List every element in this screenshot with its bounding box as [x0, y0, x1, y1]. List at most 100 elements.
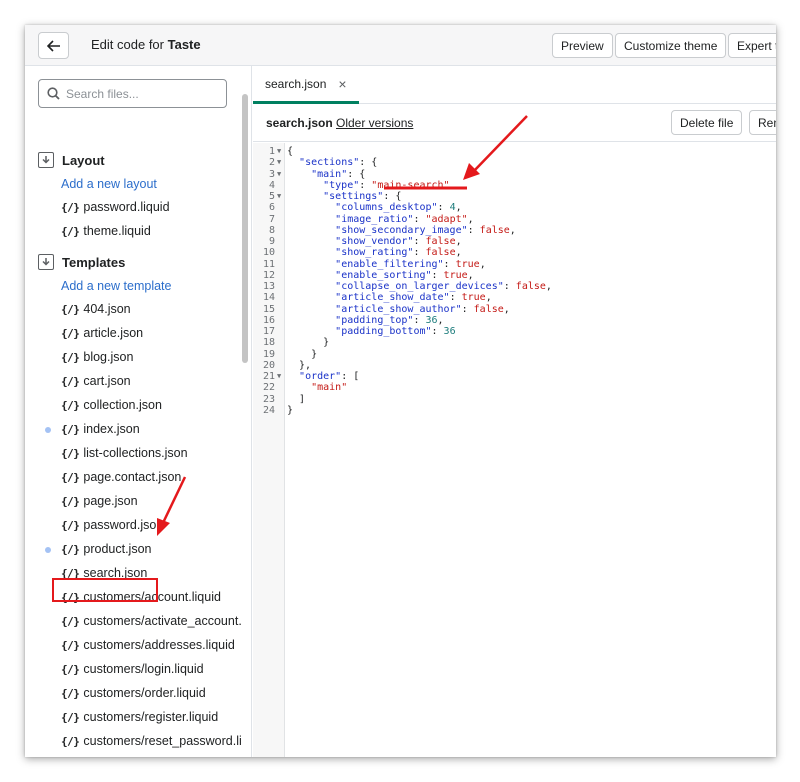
file-item[interactable]: {/} password.json — [61, 515, 163, 535]
code-file-icon: {/} — [61, 200, 80, 214]
line-number: 2 — [268, 157, 275, 169]
expert-button[interactable]: Expert t — [728, 33, 776, 58]
delete-file-button[interactable]: Delete file — [671, 110, 743, 135]
code-token: 36 — [443, 326, 456, 337]
app-window: Edit code for Taste Preview Customize th… — [25, 25, 776, 757]
search-files-input[interactable]: Search files... — [38, 79, 227, 108]
code-line: "article_show_author": false, — [287, 304, 510, 315]
theme-name: Taste — [167, 37, 201, 52]
code-token: , — [503, 303, 510, 315]
file-item[interactable]: {/} article.json — [61, 323, 143, 343]
line-number: 11 — [262, 258, 275, 270]
file-name: customers/reset_password.li — [83, 734, 242, 748]
code-line: "enable_filtering": true, — [287, 259, 486, 270]
file-name: customers/login.liquid — [83, 662, 204, 676]
file-item[interactable]: {/} page.json — [61, 491, 138, 511]
code-token: : — [431, 269, 444, 281]
fold-toggle-icon[interactable]: ▼ — [277, 147, 281, 155]
code-file-icon: {/} — [61, 494, 80, 508]
close-icon[interactable]: × — [338, 76, 346, 92]
modified-dot — [45, 547, 51, 553]
line-number: 17 — [262, 326, 275, 337]
code-token: : — [413, 236, 426, 247]
file-item[interactable]: {/} customers/reset_password.li — [61, 731, 242, 751]
code-token: true — [443, 269, 468, 281]
file-item[interactable]: {/} password.liquid — [61, 197, 170, 217]
section-title: Templates — [62, 254, 126, 270]
file-item[interactable]: {/} customers/register.liquid — [61, 707, 218, 727]
section-templates[interactable]: Templates — [38, 254, 125, 270]
file-item[interactable]: {/} cart.json — [61, 371, 131, 391]
back-button[interactable] — [38, 32, 69, 59]
line-number: 5 — [268, 191, 275, 202]
customize-theme-button[interactable]: Customize theme — [615, 33, 727, 58]
code-token: : { — [383, 191, 402, 202]
file-item[interactable]: {/} customers/login.liquid — [61, 659, 204, 679]
code-token: : { — [347, 168, 366, 180]
sidebar-scrollbar[interactable] — [242, 94, 248, 363]
page-title: Edit code for Taste — [91, 37, 201, 52]
file-item[interactable]: {/} customers/order.liquid — [61, 683, 206, 703]
code-line: } — [287, 349, 317, 360]
file-item[interactable]: {/} 404.json — [61, 299, 131, 319]
search-placeholder: Search files... — [66, 86, 139, 101]
line-number: 13 — [262, 281, 275, 292]
rename-button[interactable]: Ren — [749, 110, 776, 135]
file-item[interactable]: {/} index.json — [61, 419, 140, 439]
code-token: , — [455, 247, 462, 259]
file-item[interactable]: {/} product.json — [61, 539, 151, 559]
fold-toggle-icon[interactable]: ▼ — [277, 192, 281, 200]
file-name: customers/activate_account. — [83, 614, 242, 628]
add-layout-link[interactable]: Add a new layout — [61, 177, 157, 191]
code-line: }, — [287, 360, 311, 371]
section-layout[interactable]: Layout — [38, 152, 105, 168]
file-item[interactable]: {/}gift_card.liquid — [61, 755, 164, 757]
file-item[interactable]: {/} blog.json — [61, 347, 133, 367]
code-token: "collapse_on_larger_devices" — [335, 281, 504, 292]
file-item[interactable]: {/} customers/activate_account. — [61, 611, 242, 631]
line-number: 23 — [262, 393, 275, 405]
fold-toggle-icon[interactable]: ▼ — [277, 158, 281, 166]
file-name: search.json — [266, 116, 333, 130]
code-token: "enable_sorting" — [335, 269, 432, 281]
title-prefix: Edit code for — [91, 37, 164, 52]
code-editor-panel: search.json × search.json Older versions… — [253, 66, 776, 757]
tab-search-json[interactable]: search.json × — [253, 66, 359, 104]
code-token: false — [479, 224, 510, 236]
line-number: 20 — [262, 359, 275, 371]
code-token: : { — [359, 157, 378, 169]
older-versions-link[interactable]: Older versions — [336, 116, 413, 130]
code-line: "type": "main-search", — [287, 179, 455, 191]
code-token: , — [485, 292, 492, 304]
line-number: 19 — [262, 348, 275, 360]
file-item[interactable]: {/} theme.liquid — [61, 221, 151, 241]
code-token: , — [437, 314, 444, 326]
code-line: "columns_desktop": 4, — [287, 202, 461, 214]
code-line: } — [287, 405, 293, 416]
file-item[interactable]: {/} collection.json — [61, 395, 162, 415]
code-token: "order" — [299, 371, 342, 382]
file-item[interactable]: {/} list-collections.json — [61, 443, 188, 463]
file-item[interactable]: {/} page.contact.json — [61, 467, 181, 487]
search-icon — [47, 87, 60, 100]
add-template-link[interactable]: Add a new template — [61, 279, 172, 293]
code-file-icon: {/} — [61, 398, 80, 412]
preview-button[interactable]: Preview — [552, 33, 613, 58]
file-item[interactable]: {/} customers/addresses.liquid — [61, 635, 235, 655]
fold-toggle-icon[interactable]: ▼ — [277, 170, 281, 178]
code-token: } — [287, 348, 318, 360]
file-name: blog.json — [83, 350, 134, 364]
code-token: "main-search" — [371, 179, 450, 191]
code-token: false — [515, 281, 546, 292]
fold-toggle-icon[interactable]: ▼ — [277, 372, 281, 380]
code-file-icon: {/} — [61, 422, 80, 436]
file-name: page.json — [83, 494, 138, 508]
top-bar: Edit code for Taste Preview Customize th… — [25, 25, 776, 66]
code-token: : — [437, 202, 450, 214]
